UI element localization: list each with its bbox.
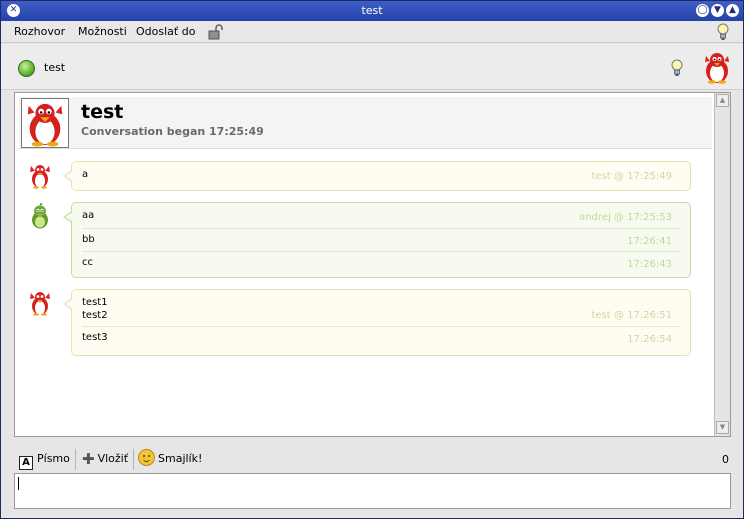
- insert-button-label: Vložiť: [97, 452, 129, 465]
- message-line: cc 17:26:43: [82, 251, 680, 274]
- plus-icon: ✚: [82, 450, 95, 468]
- chevron-up-icon[interactable]: ▲: [726, 4, 739, 17]
- menu-odoslat-do[interactable]: Odoslať do: [136, 25, 195, 38]
- smiley-button[interactable]: Smajlík!: [138, 449, 202, 469]
- avatar: [32, 203, 48, 229]
- menubar: Rozhovor Možnosti Odoslať do: [1, 21, 743, 43]
- window-title: test: [361, 4, 383, 17]
- conversation-title: test: [81, 101, 124, 123]
- chevron-down-icon[interactable]: ▼: [711, 4, 724, 17]
- scroll-down-icon[interactable]: ▼: [716, 421, 729, 434]
- smiley-icon: [138, 449, 155, 466]
- message-timestamp: 17:26:41: [627, 236, 672, 247]
- lightbulb-icon[interactable]: [716, 23, 730, 41]
- character-counter: 0: [722, 453, 729, 466]
- toolbar-separator: [75, 449, 76, 470]
- message-input[interactable]: [14, 473, 731, 509]
- contact-bar: test: [1, 44, 743, 90]
- message-timestamp: 17:26:43: [627, 259, 672, 270]
- avatar: [30, 292, 50, 316]
- message-bubble: aa andrej @ 17:25:53 bb 17:26:41 cc 17:2…: [63, 202, 691, 278]
- smiley-button-label: Smajlík!: [158, 452, 203, 465]
- message-text: bb: [82, 234, 95, 245]
- title-bar[interactable]: ✕ test ◯ ▼ ▲: [1, 1, 743, 21]
- font-icon: A: [19, 456, 33, 470]
- message-text: test3: [82, 332, 108, 343]
- status-online-icon[interactable]: [18, 60, 35, 77]
- lightbulb-icon[interactable]: [670, 59, 684, 77]
- format-toolbar: A Písmo ✚ Vložiť Smajlík! 0: [14, 447, 731, 472]
- message-timestamp: test @ 17:26:51: [591, 310, 672, 321]
- conversation-start-time: Conversation began 17:25:49: [81, 125, 264, 138]
- scrollbar[interactable]: ▲ ▼: [714, 93, 730, 436]
- message-line: test3 17:26:54: [82, 326, 680, 349]
- message-timestamp: test @ 17:25:49: [591, 171, 672, 182]
- avatar: [30, 165, 50, 189]
- minimize-icon[interactable]: ◯: [696, 4, 709, 17]
- message-line: a test @ 17:25:49: [82, 164, 680, 187]
- message-text: aa: [82, 210, 95, 221]
- conversation-header: test Conversation began 17:25:49: [19, 97, 712, 149]
- contact-name[interactable]: test: [44, 61, 65, 74]
- text-cursor: [18, 477, 19, 490]
- message-history[interactable]: test Conversation began 17:25:49 a test …: [14, 92, 731, 437]
- scroll-up-icon[interactable]: ▲: [716, 94, 729, 107]
- message-bubble: a test @ 17:25:49: [63, 161, 691, 191]
- message-line: bb 17:26:41: [82, 228, 680, 251]
- font-button-label: Písmo: [37, 452, 70, 465]
- chat-window: ✕ test ◯ ▼ ▲ Rozhovor Možnosti Odoslať d…: [0, 0, 744, 519]
- message-text: test1 test2: [82, 297, 108, 321]
- message-line: aa andrej @ 17:25:53: [82, 205, 680, 228]
- menu-rozhovor[interactable]: Rozhovor: [14, 25, 65, 38]
- message-line: test1 test2 test @ 17:26:51: [82, 292, 680, 326]
- lock-icon[interactable]: [208, 24, 224, 40]
- message-text: a: [82, 169, 89, 180]
- message-text: cc: [82, 257, 93, 268]
- insert-button[interactable]: ✚ Vložiť: [82, 449, 128, 469]
- message-timestamp: andrej @ 17:25:53: [579, 212, 672, 223]
- font-button[interactable]: A Písmo: [19, 449, 70, 470]
- message-bubble: test1 test2 test @ 17:26:51 test3 17:26:…: [63, 289, 691, 356]
- contact-avatar[interactable]: [701, 50, 733, 84]
- message-timestamp: 17:26:54: [627, 334, 672, 345]
- contact-avatar: [21, 98, 69, 148]
- menu-moznosti[interactable]: Možnosti: [78, 25, 127, 38]
- toolbar-separator: [133, 449, 134, 470]
